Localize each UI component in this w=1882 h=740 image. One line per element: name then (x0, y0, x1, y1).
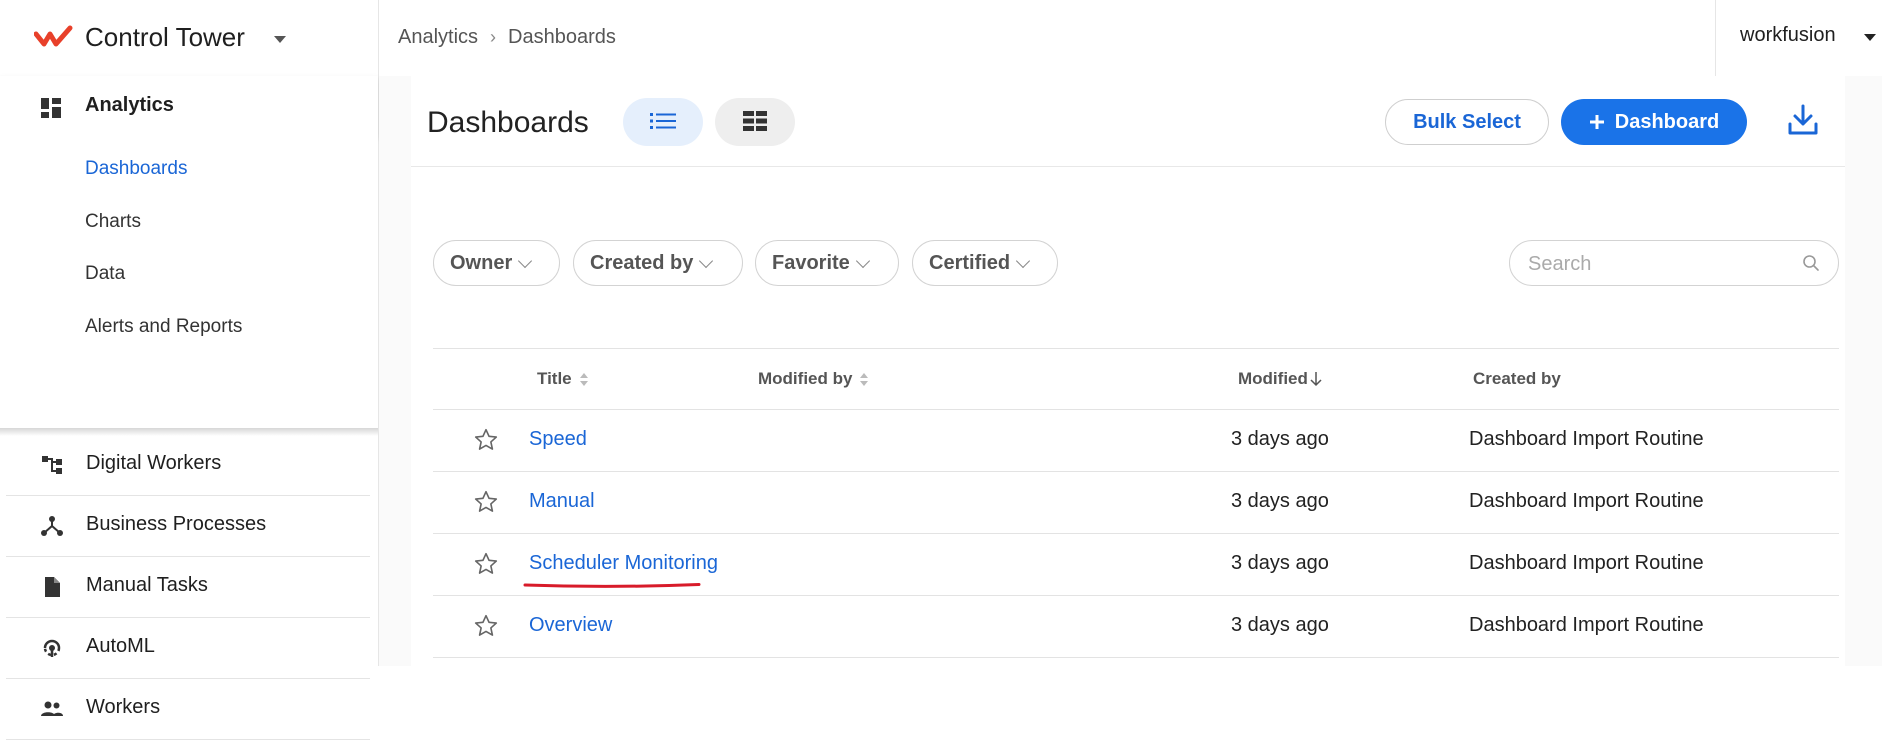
dashboard-grid-icon (41, 98, 61, 118)
sidebar-item-digital-workers[interactable]: Digital Workers (6, 434, 370, 496)
dashboard-title-link[interactable]: Scheduler Monitoring (529, 552, 718, 575)
page-header: Dashboards Bulk Select Dashboard (411, 76, 1845, 167)
sidebar-item-analytics[interactable]: Analytics (0, 76, 378, 136)
created-by: Dashboard Import Routine (1469, 428, 1704, 450)
grid-view-icon (743, 110, 767, 131)
page-title: Dashboards (427, 106, 589, 139)
sidebar-item-label: Business Processes (86, 513, 267, 535)
dashboards-panel: Dashboards Bulk Select Dashboard Owner C… (411, 76, 1845, 666)
star-outline-icon[interactable] (473, 551, 499, 577)
column-label: Modified by (758, 369, 853, 388)
breadcrumb: Analytics › Dashboards (398, 26, 616, 49)
chevron-down-icon (1016, 253, 1031, 269)
table-header: Title Modified by Modified Created by (433, 348, 1839, 410)
column-label: Modified (1238, 369, 1308, 388)
add-dashboard-label: Dashboard (1614, 110, 1720, 133)
search-icon (1803, 255, 1819, 271)
filter-label: Certified (929, 251, 1011, 274)
star-outline-icon[interactable] (473, 613, 499, 639)
red-underline-annotation (523, 583, 701, 588)
table-row: Speed 3 days ago Dashboard Import Routin… (433, 409, 1839, 472)
column-header-modified-by[interactable]: Modified by (758, 369, 869, 389)
main-content: Dashboards Bulk Select Dashboard Owner C… (379, 76, 1882, 666)
automl-icon (43, 639, 61, 657)
sidebar-subitem-data[interactable]: Data (85, 263, 125, 285)
star-outline-icon[interactable] (473, 427, 499, 453)
card-view-button[interactable] (715, 98, 795, 146)
breadcrumb-dashboards: Dashboards (508, 26, 616, 48)
chevron-down-icon[interactable] (274, 36, 286, 43)
arrow-down-icon (1310, 372, 1322, 387)
download-icon[interactable] (1783, 100, 1823, 140)
filter-label: Created by (590, 251, 694, 274)
column-header-modified[interactable]: Modified (1238, 369, 1322, 389)
chevron-down-icon (855, 253, 870, 269)
sidebar-subitem-dashboards[interactable]: Dashboards (85, 158, 187, 180)
sidebar-item-automl[interactable]: AutoML (6, 617, 370, 679)
filter-created-by[interactable]: Created by (573, 240, 743, 286)
modified-time: 3 days ago (1231, 614, 1329, 636)
table-row: Scheduler Monitoring 3 days ago Dashboar… (433, 533, 1839, 596)
process-graph-icon (41, 516, 63, 536)
sidebar-item-label: Workers (86, 696, 161, 718)
modified-time: 3 days ago (1231, 428, 1329, 450)
sidebar-item-label: Analytics (85, 94, 174, 116)
user-menu[interactable]: workfusion (1715, 0, 1882, 76)
created-by: Dashboard Import Routine (1469, 490, 1704, 512)
breadcrumb-separator-icon: › (490, 27, 497, 47)
plus-icon (1589, 115, 1604, 129)
hierarchy-icon (42, 456, 62, 474)
sort-icon (579, 372, 588, 386)
add-dashboard-button[interactable]: Dashboard (1561, 99, 1747, 145)
sidebar-subitem-charts[interactable]: Charts (85, 211, 141, 233)
list-view-button[interactable] (623, 98, 703, 146)
app-name: Control Tower (85, 22, 245, 52)
created-by: Dashboard Import Routine (1469, 552, 1704, 574)
top-header: Control Tower Analytics › Dashboards wor… (0, 0, 1882, 77)
filter-label: Favorite (772, 251, 850, 274)
search-box (1509, 240, 1839, 286)
people-icon (41, 701, 63, 716)
column-label: Title (537, 369, 572, 388)
document-icon (45, 577, 60, 597)
star-outline-icon[interactable] (473, 489, 499, 515)
dashboard-title-link[interactable]: Manual (529, 490, 595, 513)
modified-time: 3 days ago (1231, 490, 1329, 512)
filter-certified[interactable]: Certified (912, 240, 1058, 286)
chevron-down-icon (518, 253, 533, 269)
sidebar: Analytics Dashboards Charts Data Alerts … (0, 76, 379, 740)
bulk-select-button[interactable]: Bulk Select (1385, 99, 1549, 145)
modified-time: 3 days ago (1231, 552, 1329, 574)
filter-label: Owner (450, 251, 513, 274)
sort-icon (860, 372, 869, 386)
list-view-icon (650, 112, 676, 129)
app-switcher[interactable]: Control Tower (0, 0, 379, 76)
sidebar-item-manual-tasks[interactable]: Manual Tasks (6, 556, 370, 618)
table-row: Overview 3 days ago Dashboard Import Rou… (433, 595, 1839, 658)
chevron-down-icon (699, 253, 714, 269)
sidebar-item-label: AutoML (86, 635, 155, 657)
chevron-down-icon[interactable] (1864, 34, 1876, 41)
analytics-subnav: Dashboards Charts Data Alerts and Report… (0, 136, 378, 430)
workfusion-logo-icon (34, 25, 73, 47)
filter-favorite[interactable]: Favorite (755, 240, 899, 286)
breadcrumb-analytics[interactable]: Analytics (398, 26, 478, 49)
sidebar-item-business-processes[interactable]: Business Processes (6, 495, 370, 557)
table-row: Manual 3 days ago Dashboard Import Routi… (433, 471, 1839, 534)
dashboard-title-link[interactable]: Speed (529, 428, 587, 451)
user-name: workfusion (1740, 24, 1836, 46)
sidebar-item-workers[interactable]: Workers (6, 678, 370, 740)
column-header-title[interactable]: Title (537, 369, 588, 389)
search-input[interactable] (1526, 251, 1800, 277)
created-by: Dashboard Import Routine (1469, 614, 1704, 636)
dashboard-title-link[interactable]: Overview (529, 614, 612, 637)
sidebar-item-label: Digital Workers (86, 452, 222, 474)
filter-owner[interactable]: Owner (433, 240, 560, 286)
sidebar-item-label: Manual Tasks (86, 574, 208, 596)
column-label: Created by (1473, 369, 1561, 388)
sidebar-subitem-alerts-reports[interactable]: Alerts and Reports (85, 316, 242, 338)
column-header-created-by[interactable]: Created by (1473, 369, 1561, 389)
